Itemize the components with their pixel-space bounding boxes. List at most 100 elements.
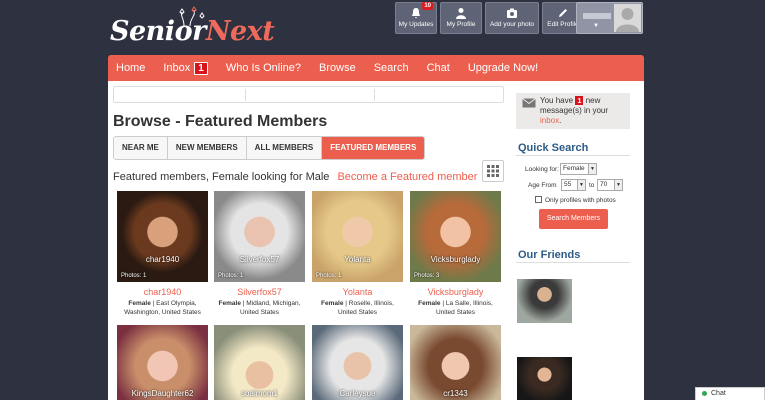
my-profile-label: My Profile — [446, 21, 476, 28]
member-gender: Female — [321, 300, 344, 307]
photo-count: Photos: 3 — [414, 273, 440, 279]
age-from-value: 55 — [564, 181, 572, 188]
envelope-icon — [522, 98, 536, 108]
member-location: Female | Midland, Michigan, United State… — [218, 300, 301, 316]
photo-name: cr1343 — [443, 389, 468, 398]
nav-inbox-label: Inbox — [163, 62, 191, 74]
tab-near-me[interactable]: NEAR ME — [114, 137, 168, 159]
nav-who-is-online[interactable]: Who Is Online? — [226, 62, 301, 74]
avatar[interactable] — [614, 4, 641, 32]
edit-profile-label: Edit Profile — [547, 21, 579, 28]
filter-separator — [374, 89, 375, 101]
member-photo[interactable]: Silverfox57 Photos: 1 — [214, 191, 305, 282]
inbox-badge: 1 — [194, 61, 208, 75]
filter-bar[interactable] — [113, 86, 504, 103]
looking-for-select[interactable]: Female ▼ — [560, 163, 597, 175]
nav-search[interactable]: Search — [374, 62, 409, 74]
site-logo[interactable]: SeniorNext — [110, 6, 275, 47]
member-name[interactable]: Yolanta — [312, 287, 403, 297]
member-photo[interactable]: soalmom1 — [214, 325, 305, 400]
age-to-value: 70 — [600, 181, 608, 188]
member-location: Female | Roselle, Illinois, United State… — [321, 300, 394, 316]
tab-featured-members[interactable]: FEATURED MEMBERS — [322, 137, 425, 159]
friend-banner[interactable] — [517, 357, 572, 400]
photo-name: Silverfox57 — [239, 255, 280, 264]
member-photo[interactable]: char1940 Photos: 1 — [117, 191, 208, 282]
member-photo[interactable]: Carleysue — [312, 325, 403, 400]
only-photos-checkbox[interactable] — [535, 196, 542, 203]
browse-tabs: NEAR ME NEW MEMBERS ALL MEMBERS FEATURED… — [113, 136, 426, 160]
member-name[interactable]: Vicksburglady — [410, 287, 501, 297]
grid-view-button[interactable] — [482, 160, 504, 182]
member-photo[interactable]: Vicksburglady Photos: 3 — [410, 191, 501, 282]
filter-separator — [245, 89, 246, 101]
logo-text: SeniorNext — [110, 16, 275, 47]
member-location-text: Roselle, Illinois, United States — [337, 300, 394, 316]
member-location-text: Midland, Michigan, United States — [239, 300, 301, 316]
default-avatar-icon — [616, 8, 639, 32]
featured-text: Featured members, Female looking for Mal… — [113, 171, 330, 183]
chat-bar[interactable]: Chat — [695, 387, 765, 400]
member-photo[interactable]: KingsDaughter62 — [117, 325, 208, 400]
photo-count: Photos: 1 — [218, 273, 244, 279]
user-menu[interactable]: ▼ — [576, 2, 643, 34]
nav-inbox[interactable]: Inbox 1 — [163, 61, 208, 75]
member-photo[interactable]: Yolanta Photos: 1 — [312, 191, 403, 282]
age-from-select[interactable]: 55 ▼ — [561, 179, 586, 191]
online-dot-icon — [702, 390, 707, 396]
username-placeholder — [583, 13, 611, 19]
my-updates-label: My Updates — [398, 21, 434, 28]
photo-name: soalmom1 — [241, 389, 278, 398]
message-count-badge: 1 — [575, 96, 584, 105]
nav-chat[interactable]: Chat — [427, 62, 450, 74]
tab-new-members[interactable]: NEW MEMBERS — [167, 137, 247, 159]
photo-name: char1940 — [145, 255, 180, 264]
member-location-text: La Salle, Illinois, United States — [435, 300, 493, 316]
divider — [516, 262, 630, 263]
my-profile-button[interactable]: My Profile — [440, 2, 482, 34]
chevron-down-icon: ▼ — [614, 180, 622, 190]
add-photo-label: Add your photo — [489, 21, 535, 28]
photo-name: KingsDaughter62 — [131, 389, 194, 398]
photo-name: Vicksburglady — [430, 255, 481, 264]
chevron-down-icon: ▼ — [588, 164, 596, 174]
member-gender: Female — [218, 300, 241, 307]
become-featured-link[interactable]: Become a Featured member — [337, 171, 477, 183]
chat-label: Chat — [711, 390, 726, 397]
member-name[interactable]: Silverfox57 — [214, 287, 305, 297]
add-photo-button[interactable]: Add your photo — [485, 2, 539, 34]
person-icon — [456, 8, 466, 19]
updates-badge: 10 — [422, 2, 433, 10]
looking-for-label: Looking for: — [525, 166, 559, 173]
member-gender: Female — [128, 300, 151, 307]
grid-icon — [487, 165, 499, 177]
my-updates-button[interactable]: My Updates 10 — [395, 2, 437, 34]
chevron-down-icon: ▼ — [577, 180, 585, 190]
photo-count: Photos: 1 — [121, 273, 147, 279]
friend-banner[interactable] — [517, 279, 572, 323]
nav-upgrade[interactable]: Upgrade Now! — [468, 62, 538, 74]
member-photo[interactable]: cr1343 — [410, 325, 501, 400]
member-name[interactable]: char1940 — [117, 287, 208, 297]
chevron-down-icon: ▼ — [593, 23, 599, 29]
nav-home[interactable]: Home — [116, 62, 145, 74]
nav-browse[interactable]: Browse — [319, 62, 356, 74]
featured-description: Featured members, Female looking for Mal… — [113, 171, 477, 183]
inbox-link[interactable]: inbox — [540, 116, 559, 125]
quick-search-title: Quick Search — [518, 142, 589, 154]
tab-all-members[interactable]: ALL MEMBERS — [246, 137, 323, 159]
age-from-label: Age From — [528, 182, 557, 189]
main-nav: Home Inbox 1 Who Is Online? Browse Search… — [108, 55, 644, 81]
search-members-button[interactable]: Search Members — [539, 209, 608, 229]
age-to-label: to — [589, 182, 595, 189]
divider — [516, 155, 630, 156]
photo-name: Carleysue — [339, 389, 376, 398]
photo-name: Yolanta — [344, 255, 371, 264]
pencil-icon — [559, 9, 567, 17]
member-location: Female | East Olympia, Washington, Unite… — [124, 300, 201, 316]
our-friends-title: Our Friends — [518, 249, 581, 261]
member-location: Female | La Salle, Illinois, United Stat… — [418, 300, 493, 316]
age-to-select[interactable]: 70 ▼ — [597, 179, 623, 191]
new-message-notice: You have 1 new message(s) in your inbox. — [516, 93, 630, 129]
camera-icon — [507, 8, 517, 18]
